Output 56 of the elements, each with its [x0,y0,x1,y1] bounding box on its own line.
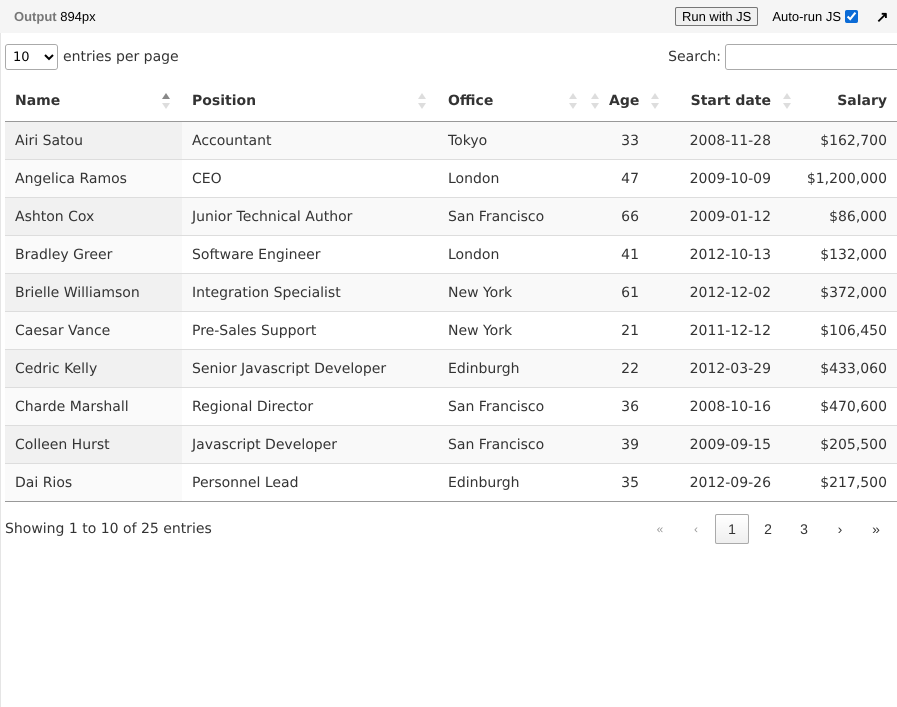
table-cell: $162,700 [781,122,897,160]
entries-per-page-label: entries per page [63,48,179,64]
search-field[interactable] [725,44,897,70]
table-cell: $372,000 [781,274,897,312]
output-label: Output [14,9,57,24]
table-cell: Airi Satou [5,122,182,160]
table-cell: Integration Specialist [182,274,438,312]
table-cell: Tokyo [438,122,589,160]
auto-run-checkbox[interactable] [845,10,858,23]
page-button[interactable]: » [859,514,893,544]
table-cell: San Francisco [438,426,589,464]
table-cell: 2012-12-02 [649,274,781,312]
page-button[interactable]: 2 [751,514,785,544]
table-cell: Edinburgh [438,350,589,388]
table-cell: 35 [589,464,649,502]
table-cell: Brielle Williamson [5,274,182,312]
auto-run-label: Auto-run JS [772,9,841,24]
page-button[interactable]: › [823,514,857,544]
table-cell: Edinburgh [438,464,589,502]
table-cell: 39 [589,426,649,464]
table-cell: Bradley Greer [5,236,182,274]
table-cell: San Francisco [438,198,589,236]
table-cell: $86,000 [781,198,897,236]
table-cell: 2012-09-26 [649,464,781,502]
table-cell: Javascript Developer [182,426,438,464]
table-cell: 2009-09-15 [649,426,781,464]
table-cell: 33 [589,122,649,160]
table-cell: Colleen Hurst [5,426,182,464]
entries-per-page-select[interactable]: 10 [5,44,58,70]
table-cell: Ashton Cox [5,198,182,236]
page-button[interactable]: 3 [787,514,821,544]
table-cell: Junior Technical Author [182,198,438,236]
table-cell: $433,060 [781,350,897,388]
table-info: Showing 1 to 10 of 25 entries [5,521,212,537]
table-cell: New York [438,274,589,312]
table-cell: 2012-03-29 [649,350,781,388]
search-label: Search: [668,49,721,65]
table-cell: 22 [589,350,649,388]
table-cell: $217,500 [781,464,897,502]
table-cell: Personnel Lead [182,464,438,502]
table-cell: Angelica Ramos [5,160,182,198]
table-cell: 61 [589,274,649,312]
width-label: 894px [60,9,96,24]
table-cell: 66 [589,198,649,236]
table-cell: Cedric Kelly [5,350,182,388]
table-cell: Charde Marshall [5,388,182,426]
table-cell: $205,500 [781,426,897,464]
table-cell: Caesar Vance [5,312,182,350]
table-cell: 2009-01-12 [649,198,781,236]
table-cell: Dai Rios [5,464,182,502]
table-cell: Accountant [182,122,438,160]
page-button[interactable]: 1 [715,514,749,544]
run-button[interactable]: Run with JS [674,7,758,26]
open-external-icon[interactable]: ↗ [876,8,889,26]
table-cell: 2008-11-28 [649,122,781,160]
table-cell: Senior Javascript Developer [182,350,438,388]
